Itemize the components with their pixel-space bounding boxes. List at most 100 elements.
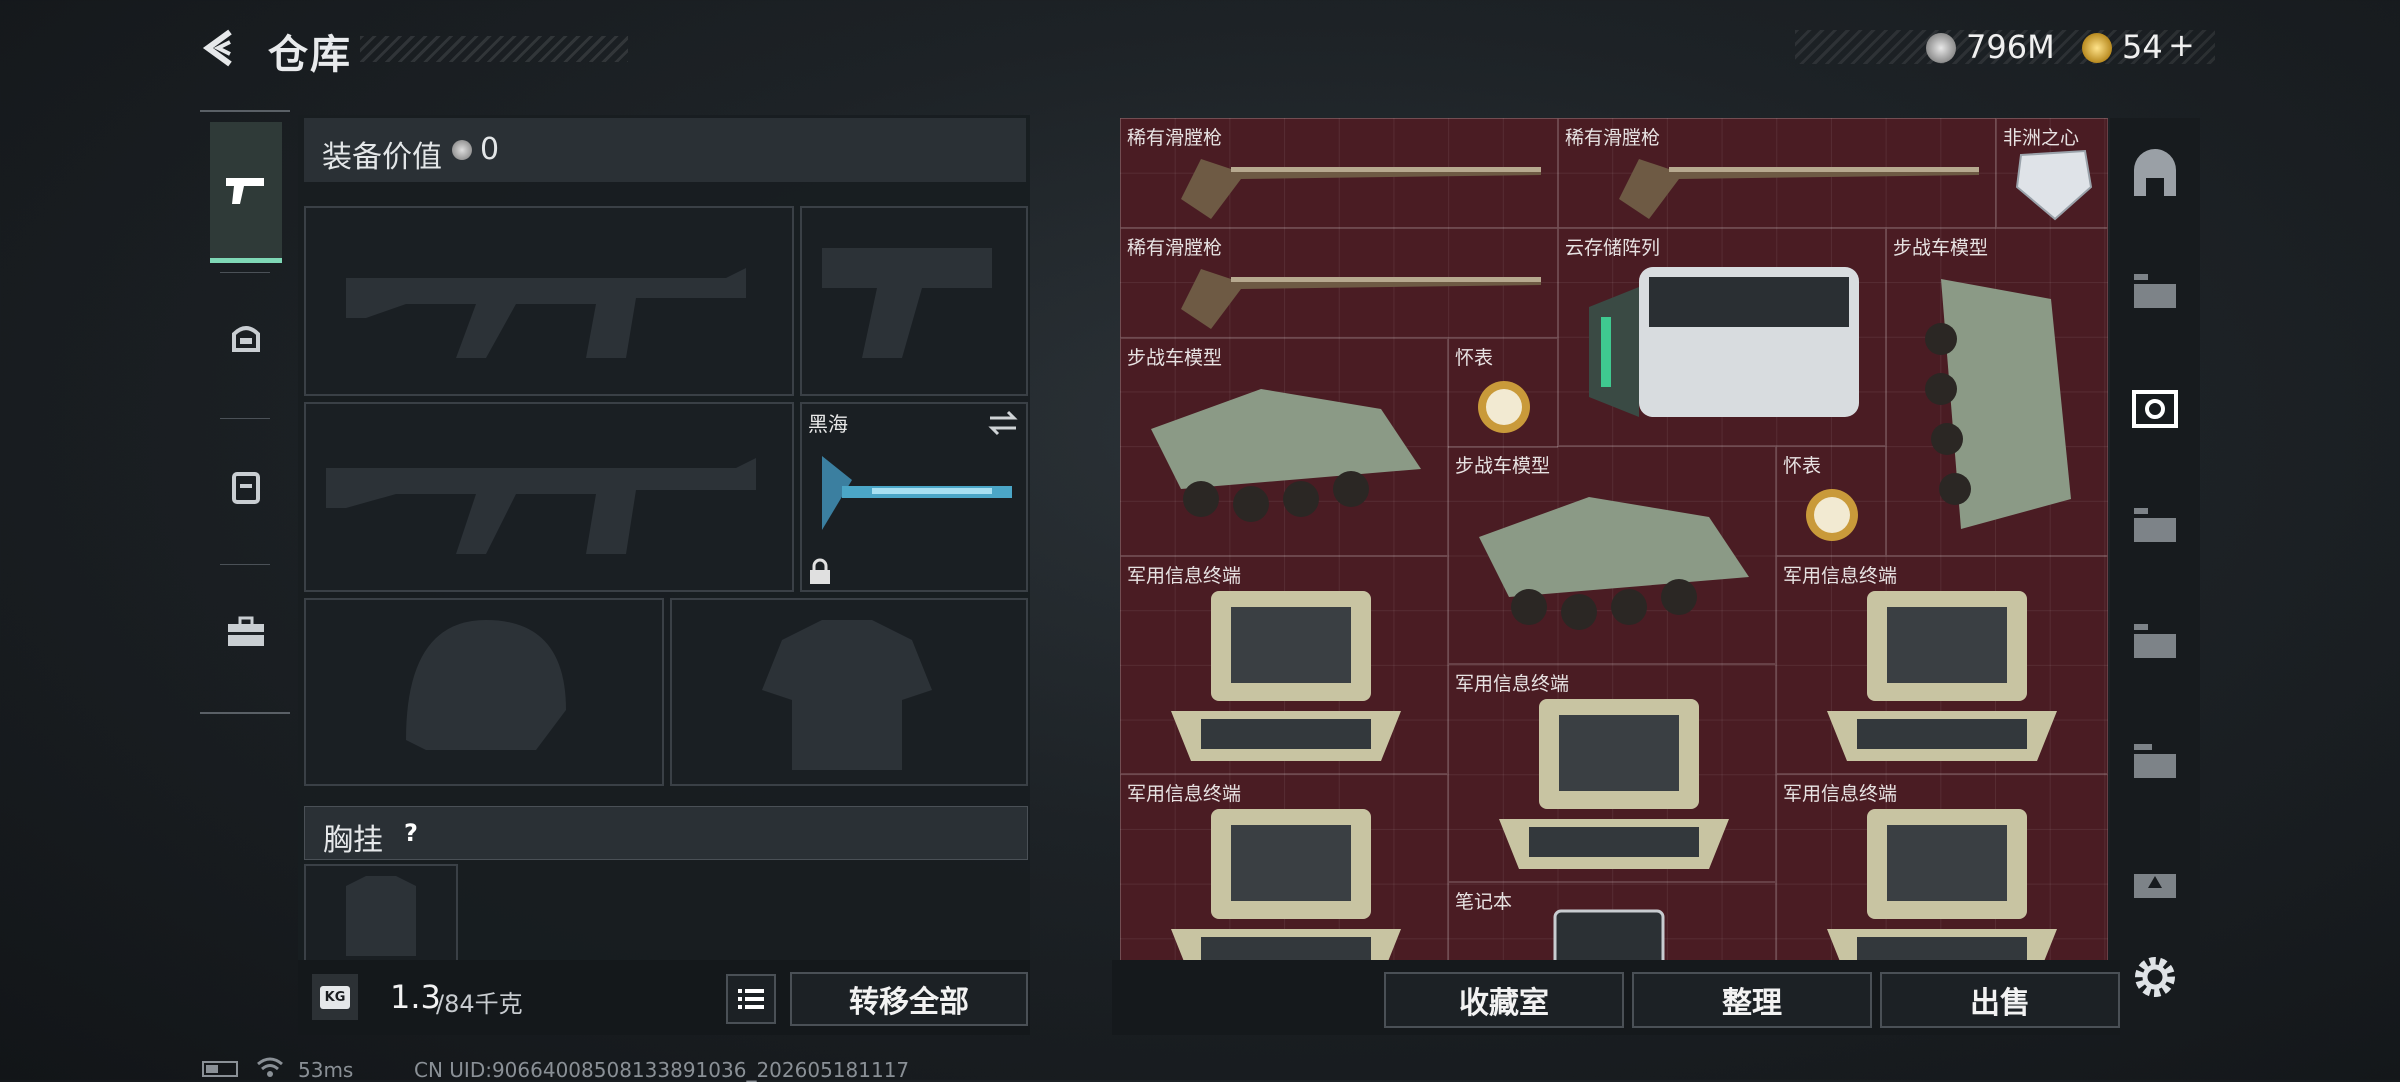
stash-action-bar: 收藏室 整理 出售 xyxy=(1112,960,2120,1035)
musket-icon xyxy=(1181,269,1541,329)
stash-item-ifv-model[interactable]: 步战车模型 xyxy=(1886,228,2108,556)
stash-item-ifv-model[interactable]: 步战车模型 xyxy=(1120,338,1448,556)
server-icon xyxy=(1589,267,1859,417)
weight-max: /84千克 xyxy=(436,990,523,1018)
item-label: 非洲之心 xyxy=(2003,127,2080,149)
stash-item-cloud-storage[interactable]: 云存储阵列 xyxy=(1558,228,1886,446)
stash-tab-3-icon[interactable] xyxy=(2128,502,2182,556)
briefcase-icon xyxy=(228,616,264,646)
vehicle-icon xyxy=(1479,497,1749,630)
stash-item-heart-of-africa[interactable]: 非洲之心 xyxy=(1996,118,2108,228)
terminal-icon xyxy=(1499,699,1729,869)
backpack-icon xyxy=(232,472,260,504)
terminal-icon xyxy=(1171,809,1401,960)
notebook-icon xyxy=(1553,909,1665,960)
vehicle-icon xyxy=(1925,279,2071,529)
transfer-all-button[interactable]: 转移全部 xyxy=(790,972,1028,1026)
pocket-watch-icon xyxy=(1478,381,1530,433)
terminal-icon xyxy=(1827,591,2057,761)
gold-coin-icon xyxy=(2082,33,2112,63)
item-label: 怀表 xyxy=(1455,347,1494,369)
stash-item-pocket-watch[interactable]: 怀表 xyxy=(1448,338,1558,448)
tab-weapons[interactable] xyxy=(210,122,282,263)
terminal-icon xyxy=(1171,591,1401,761)
help-button[interactable]: ? xyxy=(395,817,427,849)
gold-amount: 54 xyxy=(2122,28,2163,66)
item-label: 怀表 xyxy=(1783,455,1822,477)
stash-item-military-terminal[interactable]: 军用信息终端 xyxy=(1120,556,1448,774)
stash-item-military-terminal[interactable]: 军用信息终端 xyxy=(1448,664,1776,882)
stash-item-military-terminal[interactable]: 军用信息终端 xyxy=(1776,556,2108,774)
tab-helmet[interactable] xyxy=(210,272,282,408)
tab-backpack[interactable] xyxy=(210,418,282,554)
tab-case[interactable] xyxy=(210,564,282,700)
item-label: 云存储阵列 xyxy=(1565,237,1661,259)
item-label: 步战车模型 xyxy=(1455,455,1551,477)
pocket-watch-icon xyxy=(1806,489,1858,541)
stash-item-ifv-model[interactable]: 步战车模型 xyxy=(1448,446,1776,664)
vehicle-icon xyxy=(1151,389,1421,522)
chest-rig-label: 胸挂 xyxy=(323,823,383,858)
stash-item-musket[interactable]: 稀有滑膛枪 xyxy=(1120,118,1558,228)
stash-tab-2-icon[interactable] xyxy=(2128,382,2182,436)
stash-tab-4-icon[interactable] xyxy=(2128,618,2182,672)
melee-slot[interactable]: 黑海 xyxy=(800,402,1028,592)
collection-room-button[interactable]: 收藏室 xyxy=(1384,972,1624,1028)
stash-tab-5-icon[interactable] xyxy=(2128,738,2182,792)
axe-icon xyxy=(822,456,1012,530)
weight-icon-text: KG xyxy=(319,985,351,1009)
weight-current: 1.3 xyxy=(390,978,441,1016)
sell-button[interactable]: 出售 xyxy=(1880,972,2120,1028)
pistol-silhouette xyxy=(822,248,992,358)
diamond-icon xyxy=(2015,149,2093,221)
ping-text: 53ms xyxy=(298,1058,354,1082)
vest-silhouette xyxy=(762,620,932,770)
helmet-slot[interactable] xyxy=(304,598,664,786)
add-gold-button[interactable]: + xyxy=(2168,26,2195,64)
equipment-value-bar: 装备价值 0 xyxy=(304,118,1026,182)
equipment-value-label: 装备价值 xyxy=(322,140,442,175)
stash-item-notebook[interactable]: 笔记本 xyxy=(1448,882,1776,960)
stash-item-musket[interactable]: 稀有滑膛枪 xyxy=(1120,228,1558,338)
stash-item-military-terminal[interactable]: 军用信息终端 xyxy=(1776,774,2108,960)
terminal-icon xyxy=(1827,809,2057,960)
body-armor-slot[interactable] xyxy=(670,598,1028,786)
stash-home-icon[interactable] xyxy=(2128,148,2182,202)
musket-icon xyxy=(1619,159,1979,219)
musket-icon xyxy=(1181,159,1541,219)
equipment-value: 0 xyxy=(480,132,500,167)
back-icon[interactable] xyxy=(200,28,240,68)
wifi-icon xyxy=(257,1057,283,1077)
stash-grid: 稀有滑膛枪 稀有滑膛枪 非洲之心 稀有滑膛枪 云存储阵列 步战车模型 步战车模型… xyxy=(1120,118,2108,960)
settings-gear-icon[interactable] xyxy=(2128,950,2182,1004)
chest-rig-slot[interactable] xyxy=(304,864,458,968)
lock-icon xyxy=(810,558,830,584)
item-label: 步战车模型 xyxy=(1893,237,1989,259)
stash-tab-6-icon[interactable] xyxy=(2128,858,2182,912)
stash-item-musket[interactable]: 稀有滑膛枪 xyxy=(1558,118,1996,228)
page-title: 仓库 xyxy=(268,32,352,78)
value-coin-icon xyxy=(452,140,472,160)
category-tabs xyxy=(200,110,290,714)
list-view-button[interactable] xyxy=(726,974,776,1024)
stash-category-rail xyxy=(2110,118,2200,1030)
title-stripe xyxy=(360,36,628,62)
item-label: 笔记本 xyxy=(1455,891,1513,913)
sidearm-slot[interactable] xyxy=(800,206,1028,396)
stash-tab-1-icon[interactable] xyxy=(2128,268,2182,322)
stash-item-military-terminal[interactable]: 军用信息终端 xyxy=(1120,774,1448,960)
rifle-silhouette xyxy=(346,268,746,358)
melee-name: 黑海 xyxy=(808,412,848,436)
stash-item-pocket-watch[interactable]: 怀表 xyxy=(1776,446,1886,556)
battery-icon xyxy=(202,1061,238,1077)
rifle-silhouette xyxy=(326,458,756,554)
primary-weapon-slot[interactable] xyxy=(304,206,794,396)
swap-icon[interactable] xyxy=(988,410,1018,436)
helmet-silhouette xyxy=(406,620,566,750)
secondary-weapon-slot[interactable] xyxy=(304,402,794,592)
chest-rig-bar: 胸挂 ? xyxy=(304,806,1028,860)
silver-amount: 796M xyxy=(1966,28,2055,66)
pistol-icon xyxy=(226,178,264,204)
organize-button[interactable]: 整理 xyxy=(1632,972,1872,1028)
uid-text: CN UID:9066400850813389103​6_20260518111… xyxy=(414,1058,910,1082)
